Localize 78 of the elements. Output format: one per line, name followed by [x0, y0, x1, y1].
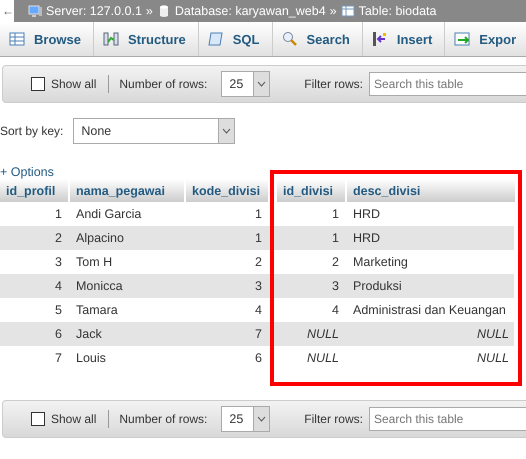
table-cell-text: Tamara — [75, 303, 119, 317]
breadcrumb-link[interactable]: Database: karyawan_web4 — [174, 4, 326, 18]
server-icon — [28, 4, 42, 18]
rows-label: Number of rows: — [119, 412, 208, 426]
breadcrumb-link[interactable]: Table: biodata — [358, 4, 436, 18]
tab[interactable]: Browse — [0, 22, 94, 56]
column-header[interactable]: kode_divisi — [186, 179, 268, 202]
tab-icon — [282, 31, 298, 47]
table-icon — [340, 4, 355, 18]
column-header[interactable]: id_divisi — [277, 179, 345, 202]
table-cell-text: NULL — [306, 351, 340, 365]
tab-icon — [454, 31, 470, 47]
sort-select[interactable]: None — [73, 118, 236, 144]
filter-label: Filter rows: — [304, 412, 363, 426]
table-cell-text: NULL — [306, 327, 340, 341]
show-all-label: Show all — [51, 77, 96, 91]
show-all-checkbox[interactable] — [31, 412, 45, 426]
breadcrumb-separator: » — [146, 4, 153, 18]
tab[interactable]: SQL — [198, 22, 272, 56]
table-cell-text: Monicca — [75, 279, 124, 293]
table-cell-text: HRD — [352, 231, 382, 245]
table-cell-text: Tom H — [75, 255, 114, 269]
table-cell-text: Marketing — [352, 255, 409, 269]
table-cell-text: 5 — [54, 303, 63, 317]
table-cell-text: 6 — [254, 351, 263, 365]
options-link[interactable]: + Options — [0, 165, 54, 179]
table-cell-text: Andi Garcia — [75, 207, 142, 221]
table-cell-text: 1 — [331, 207, 340, 221]
table-cell-text: 7 — [54, 351, 63, 365]
tab-icon — [372, 31, 388, 47]
table-cell-text: 3 — [54, 255, 63, 269]
tab[interactable]: Search — [272, 22, 363, 56]
tab[interactable]: Expor — [445, 22, 526, 56]
table-cell-text: 1 — [54, 207, 63, 221]
back-button[interactable]: ← — [0, 0, 14, 22]
show-all-label: Show all — [51, 412, 96, 426]
caret-icon — [257, 81, 266, 87]
table-cell-text: Administrasi dan Keuangan — [352, 303, 507, 317]
table-cell-text: Produksi — [352, 279, 403, 293]
filter-field[interactable]: Search this table — [368, 72, 526, 96]
table-cell-text: 4 — [254, 303, 263, 317]
breadcrumb-separator: » — [330, 4, 337, 18]
caret-icon — [257, 416, 266, 422]
sort-label: Sort by key: — [0, 124, 64, 138]
show-all-checkbox[interactable] — [31, 77, 45, 91]
table-cell-text: 4 — [331, 303, 340, 317]
rows-select[interactable]: 25 — [221, 406, 270, 432]
table-cell-text: Louis — [75, 351, 107, 365]
table-cell-text: 3 — [331, 279, 340, 293]
table-cell-text: Jack — [75, 327, 103, 341]
table-cell-text: 2 — [54, 231, 63, 245]
breadcrumb-link[interactable]: Server: 127.0.0.1 — [46, 4, 142, 18]
table-cell-text: 4 — [54, 279, 63, 293]
filter-field[interactable]: Search this table — [368, 407, 526, 431]
table-cell-text: HRD — [352, 207, 382, 221]
table-cell-text: 2 — [331, 255, 340, 269]
table-cell-text: 1 — [254, 231, 263, 245]
tab[interactable]: Insert — [362, 22, 446, 56]
tab-icon — [9, 31, 25, 47]
tab-icon — [208, 31, 224, 47]
table-cell-text: Alpacino — [75, 231, 125, 245]
table-cell-text: 1 — [254, 207, 263, 221]
table-cell-text: NULL — [476, 327, 510, 341]
caret-icon — [222, 128, 232, 134]
table-cell-text: 6 — [54, 327, 63, 341]
table-cell-text: 1 — [331, 231, 340, 245]
table-cell-text: 3 — [254, 279, 263, 293]
table-cell-text: 7 — [254, 327, 263, 341]
column-header[interactable]: nama_pegawai — [70, 179, 184, 202]
tab[interactable]: Structure — [94, 22, 199, 56]
table-cell-text: 2 — [254, 255, 263, 269]
column-header[interactable]: desc_divisi — [347, 179, 515, 202]
rows-select[interactable]: 25 — [221, 71, 270, 97]
tab-icon — [102, 31, 119, 47]
filter-label: Filter rows: — [304, 77, 363, 91]
table-cell-text: NULL — [476, 351, 510, 365]
column-header[interactable]: id_profil — [0, 179, 68, 202]
rows-label: Number of rows: — [119, 77, 208, 91]
